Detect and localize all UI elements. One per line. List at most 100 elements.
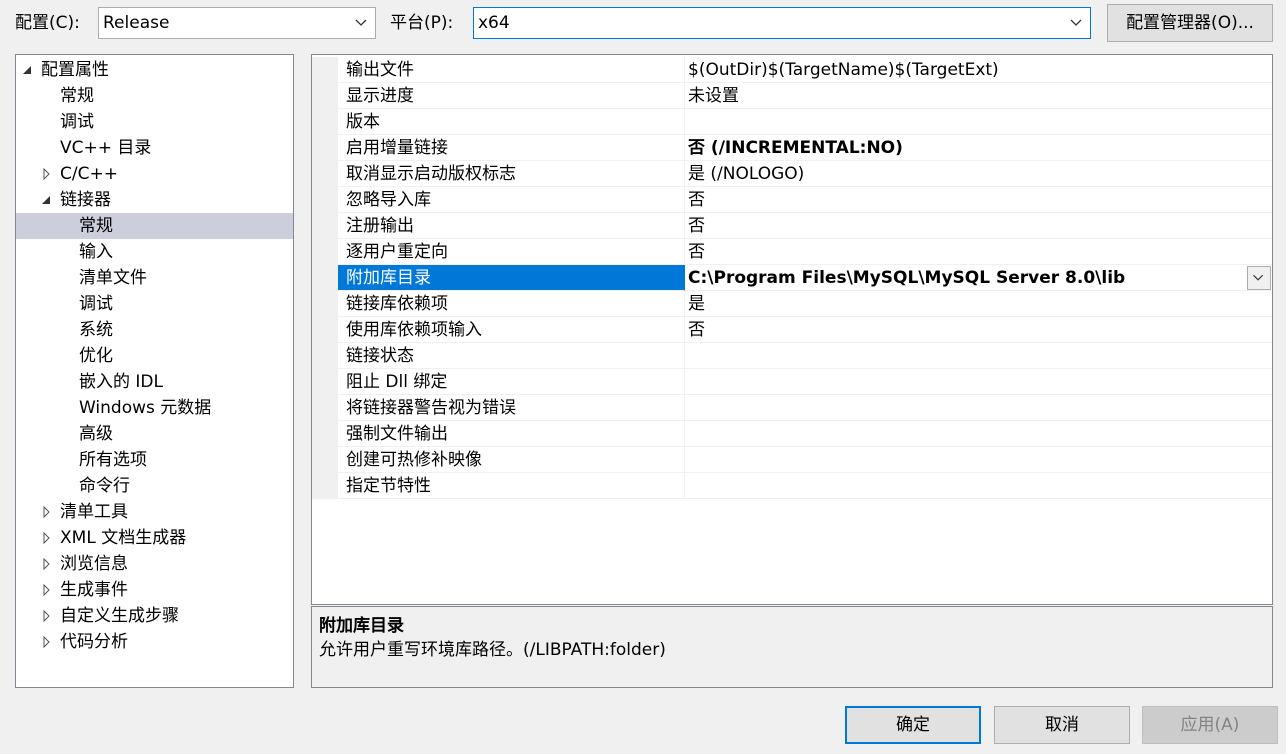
collapsed-triangle-icon[interactable]	[41, 629, 53, 655]
collapsed-triangle-icon[interactable]	[41, 525, 53, 551]
config-value: Release	[103, 13, 170, 33]
tree-item-label: 调试	[60, 112, 94, 132]
property-value[interactable]	[685, 343, 1272, 369]
row-gutter	[312, 83, 338, 109]
tree-item[interactable]: VC++ 目录	[16, 135, 293, 161]
property-row[interactable]: 强制文件输出	[312, 421, 1272, 447]
tree-item[interactable]: 常规	[16, 213, 293, 239]
expanded-triangle-icon[interactable]	[22, 57, 34, 83]
tree-item[interactable]: 命令行	[16, 473, 293, 499]
property-row[interactable]: 取消显示启动版权标志是 (/NOLOGO)	[312, 161, 1272, 187]
tree-item-label: 常规	[79, 216, 113, 236]
tree-item-label: 常规	[60, 86, 94, 106]
property-value[interactable]: 否	[685, 317, 1272, 343]
property-value[interactable]	[685, 109, 1272, 135]
tree-item[interactable]: 链接器	[16, 187, 293, 213]
property-name: 阻止 Dll 绑定	[338, 369, 685, 395]
tree-item[interactable]: 高级	[16, 421, 293, 447]
property-value[interactable]	[685, 447, 1272, 473]
collapsed-triangle-icon[interactable]	[41, 603, 53, 629]
config-combobox[interactable]: Release	[98, 7, 376, 39]
tree-item[interactable]: XML 文档生成器	[16, 525, 293, 551]
property-tree[interactable]: 配置属性 常规 调试 VC++ 目录 C/C++ 链接器 常规 输入 清单文件 调试 系统 优化 嵌入的…	[15, 54, 294, 688]
property-row[interactable]: 逐用户重定向否	[312, 239, 1272, 265]
property-row[interactable]: 显示进度 未设置	[312, 83, 1272, 109]
collapsed-triangle-icon[interactable]	[41, 499, 53, 525]
description-panel: 附加库目录 允许用户重写环境库路径。(/LIBPATH:folder)	[311, 606, 1273, 688]
tree-item[interactable]: 系统	[16, 317, 293, 343]
property-grid[interactable]: 输出文件 $(OutDir)$(TargetName)$(TargetExt) 显示…	[311, 54, 1273, 605]
property-row[interactable]: 阻止 Dll 绑定	[312, 369, 1272, 395]
tree-item[interactable]: 自定义生成步骤	[16, 603, 293, 629]
property-value[interactable]: C:\Program Files\MySQL\MySQL Server 8.0\…	[685, 265, 1272, 291]
row-gutter	[312, 109, 338, 135]
property-row[interactable]: 版本	[312, 109, 1272, 135]
property-name: 显示进度	[338, 83, 685, 109]
collapsed-triangle-icon[interactable]	[41, 161, 53, 187]
tree-item[interactable]: 调试	[16, 291, 293, 317]
tree-item[interactable]: 所有选项	[16, 447, 293, 473]
property-row[interactable]: 忽略导入库否	[312, 187, 1272, 213]
tree-item[interactable]: C/C++	[16, 161, 293, 187]
property-value[interactable]	[685, 369, 1272, 395]
property-value[interactable]	[685, 473, 1272, 499]
tree-item[interactable]: 浏览信息	[16, 551, 293, 577]
property-value[interactable]: $(OutDir)$(TargetName)$(TargetExt)	[685, 57, 1272, 83]
cancel-button[interactable]: 取消	[994, 706, 1130, 744]
tree-item-label: 系统	[79, 320, 113, 340]
property-name: 附加库目录	[338, 265, 685, 291]
ok-button[interactable]: 确定	[845, 706, 981, 744]
property-row[interactable]: 链接库依赖项是	[312, 291, 1272, 317]
chevron-down-icon	[1253, 274, 1264, 281]
expanded-triangle-icon[interactable]	[41, 187, 53, 213]
row-gutter	[312, 291, 338, 317]
property-value[interactable]: 否	[685, 239, 1272, 265]
tree-item[interactable]: 调试	[16, 109, 293, 135]
config-label: 配置(C):	[15, 13, 80, 33]
property-value[interactable]: 否 (/INCREMENTAL:NO)	[685, 135, 1272, 161]
row-gutter	[312, 447, 338, 473]
tree-item[interactable]: 配置属性	[16, 57, 293, 83]
row-gutter	[312, 473, 338, 499]
configuration-manager-button[interactable]: 配置管理器(O)...	[1107, 4, 1273, 42]
tree-item[interactable]: 代码分析	[16, 629, 293, 655]
tree-item-label: 清单文件	[79, 268, 147, 288]
tree-item[interactable]: Windows 元数据	[16, 395, 293, 421]
platform-combobox[interactable]: x64	[473, 7, 1091, 39]
apply-button[interactable]: 应用(A)	[1142, 706, 1278, 744]
collapsed-triangle-icon[interactable]	[41, 551, 53, 577]
collapsed-triangle-icon[interactable]	[41, 577, 53, 603]
tree-item[interactable]: 生成事件	[16, 577, 293, 603]
property-row[interactable]: 输出文件 $(OutDir)$(TargetName)$(TargetExt)	[312, 57, 1272, 83]
property-value[interactable]: 是	[685, 291, 1272, 317]
tree-item[interactable]: 常规	[16, 83, 293, 109]
row-gutter	[312, 213, 338, 239]
tree-item-label: 命令行	[79, 476, 130, 496]
property-row[interactable]: 创建可热修补映像	[312, 447, 1272, 473]
property-value[interactable]	[685, 395, 1272, 421]
tree-item[interactable]: 清单文件	[16, 265, 293, 291]
tree-item[interactable]: 优化	[16, 343, 293, 369]
property-value[interactable]: 是 (/NOLOGO)	[685, 161, 1272, 187]
property-value[interactable]: 否	[685, 213, 1272, 239]
tree-item-label: 链接器	[60, 190, 111, 210]
property-row[interactable]: 指定节特性	[312, 473, 1272, 499]
tree-item[interactable]: 输入	[16, 239, 293, 265]
tree-item-label: Windows 元数据	[79, 398, 212, 418]
value-dropdown-button[interactable]	[1247, 266, 1271, 290]
tree-item-label: 所有选项	[79, 450, 147, 470]
property-row[interactable]: 使用库依赖项输入否	[312, 317, 1272, 343]
row-gutter	[312, 57, 338, 83]
property-value[interactable]: 否	[685, 187, 1272, 213]
property-row[interactable]: 启用增量链接否 (/INCREMENTAL:NO)	[312, 135, 1272, 161]
property-row[interactable]: 注册输出否	[312, 213, 1272, 239]
property-row[interactable]: 将链接器警告视为错误	[312, 395, 1272, 421]
property-row[interactable]: 链接状态	[312, 343, 1272, 369]
property-row[interactable]: 附加库目录 C:\Program Files\MySQL\MySQL Server…	[312, 265, 1272, 291]
tree-item-label: 配置属性	[41, 60, 109, 80]
tree-item[interactable]: 嵌入的 IDL	[16, 369, 293, 395]
tree-item[interactable]: 清单工具	[16, 499, 293, 525]
property-name: 创建可热修补映像	[338, 447, 685, 473]
property-value[interactable]	[685, 421, 1272, 447]
property-value[interactable]: 未设置	[685, 83, 1272, 109]
